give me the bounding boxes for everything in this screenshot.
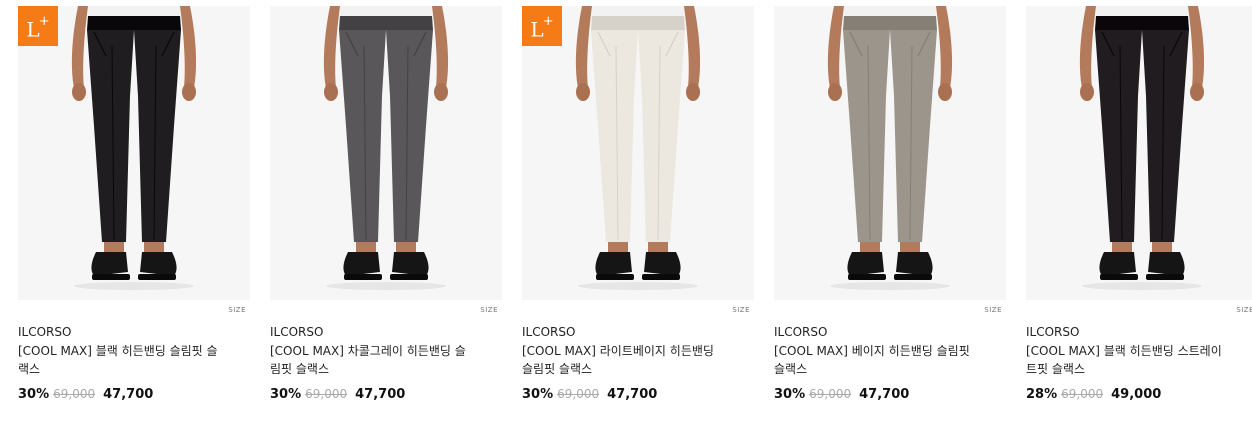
product-info: ILCORSO [COOL MAX] 블랙 히든밴딩 스트레이트핏 슬랙스 bbox=[1026, 324, 1252, 378]
size-label[interactable]: SIZE bbox=[732, 306, 750, 314]
product-info: ILCORSO [COOL MAX] 베이지 히든밴딩 슬림핏 슬랙스 bbox=[774, 324, 1006, 378]
product-image[interactable] bbox=[270, 6, 502, 300]
size-label[interactable]: SIZE bbox=[984, 306, 1002, 314]
price-row: 30% 69,000 47,700 bbox=[270, 387, 405, 402]
discount-rate: 28% bbox=[1026, 387, 1058, 402]
sale-price: 47,700 bbox=[859, 387, 910, 402]
pants-illustration bbox=[323, 6, 449, 290]
pants-illustration bbox=[1079, 6, 1205, 290]
product-info: ILCORSO [COOL MAX] 라이트베이지 히든밴딩 슬림핏 슬랙스 bbox=[522, 324, 754, 378]
product-image[interactable] bbox=[18, 6, 250, 300]
product-brand[interactable]: ILCORSO bbox=[18, 324, 250, 340]
product-name[interactable]: [COOL MAX] 베이지 히든밴딩 슬림핏 슬랙스 bbox=[774, 342, 974, 378]
sale-price: 47,700 bbox=[355, 387, 406, 402]
product-brand[interactable]: ILCORSO bbox=[270, 324, 502, 340]
price-row: 28% 69,000 49,000 bbox=[1026, 387, 1161, 402]
product-brand[interactable]: ILCORSO bbox=[1026, 324, 1252, 340]
original-price: 69,000 bbox=[809, 387, 852, 401]
pants-illustration bbox=[827, 6, 953, 290]
discount-rate: 30% bbox=[270, 387, 302, 402]
product-info: ILCORSO [COOL MAX] 블랙 히든밴딩 슬림핏 슬랙스 bbox=[18, 324, 250, 378]
product-name[interactable]: [COOL MAX] 라이트베이지 히든밴딩 슬림핏 슬랙스 bbox=[522, 342, 722, 378]
discount-rate: 30% bbox=[18, 387, 50, 402]
product-name[interactable]: [COOL MAX] 차콜그레이 히든밴딩 슬림핏 슬랙스 bbox=[270, 342, 470, 378]
product-brand[interactable]: ILCORSO bbox=[774, 324, 1006, 340]
discount-rate: 30% bbox=[522, 387, 554, 402]
sale-price: 47,700 bbox=[103, 387, 154, 402]
product-card[interactable]: L+ SIZE ILCORSO [COOL MAX] 베이지 히든밴딩 슬림핏 … bbox=[774, 6, 1006, 402]
original-price: 69,000 bbox=[557, 387, 600, 401]
product-image[interactable] bbox=[522, 6, 754, 300]
size-label[interactable]: SIZE bbox=[228, 306, 246, 314]
pants-illustration bbox=[575, 6, 701, 290]
price-row: 30% 69,000 47,700 bbox=[774, 387, 909, 402]
product-image[interactable] bbox=[774, 6, 1006, 300]
price-row: 30% 69,000 47,700 bbox=[522, 387, 657, 402]
product-info: ILCORSO [COOL MAX] 차콜그레이 히든밴딩 슬림핏 슬랙스 bbox=[270, 324, 502, 378]
original-price: 69,000 bbox=[53, 387, 96, 401]
sale-price: 47,700 bbox=[607, 387, 658, 402]
size-label[interactable]: SIZE bbox=[1236, 306, 1252, 314]
size-label[interactable]: SIZE bbox=[480, 306, 498, 314]
product-card[interactable]: L+ SIZE ILCORSO [COOL MAX] 블랙 히든밴딩 슬림핏 슬… bbox=[18, 6, 250, 402]
discount-rate: 30% bbox=[774, 387, 806, 402]
sale-price: 49,000 bbox=[1111, 387, 1162, 402]
product-image[interactable] bbox=[1026, 6, 1252, 300]
product-card[interactable]: L+ SIZE ILCORSO [COOL MAX] 블랙 히든밴딩 스트레이트… bbox=[1026, 6, 1252, 402]
product-grid: L+ SIZE ILCORSO [COOL MAX] 블랙 히든밴딩 슬림핏 슬… bbox=[0, 0, 1252, 439]
product-name[interactable]: [COOL MAX] 블랙 히든밴딩 슬림핏 슬랙스 bbox=[18, 342, 218, 378]
original-price: 69,000 bbox=[305, 387, 348, 401]
original-price: 69,000 bbox=[1061, 387, 1104, 401]
product-card[interactable]: L+ SIZE ILCORSO [COOL MAX] 라이트베이지 히든밴딩 슬… bbox=[522, 6, 754, 402]
product-name[interactable]: [COOL MAX] 블랙 히든밴딩 스트레이트핏 슬랙스 bbox=[1026, 342, 1226, 378]
lplus-badge: L+ bbox=[522, 6, 562, 46]
pants-illustration bbox=[71, 6, 197, 290]
price-row: 30% 69,000 47,700 bbox=[18, 387, 153, 402]
product-card[interactable]: L+ SIZE ILCORSO [COOL MAX] 차콜그레이 히든밴딩 슬림… bbox=[270, 6, 502, 402]
product-brand[interactable]: ILCORSO bbox=[522, 324, 754, 340]
lplus-badge: L+ bbox=[18, 6, 58, 46]
